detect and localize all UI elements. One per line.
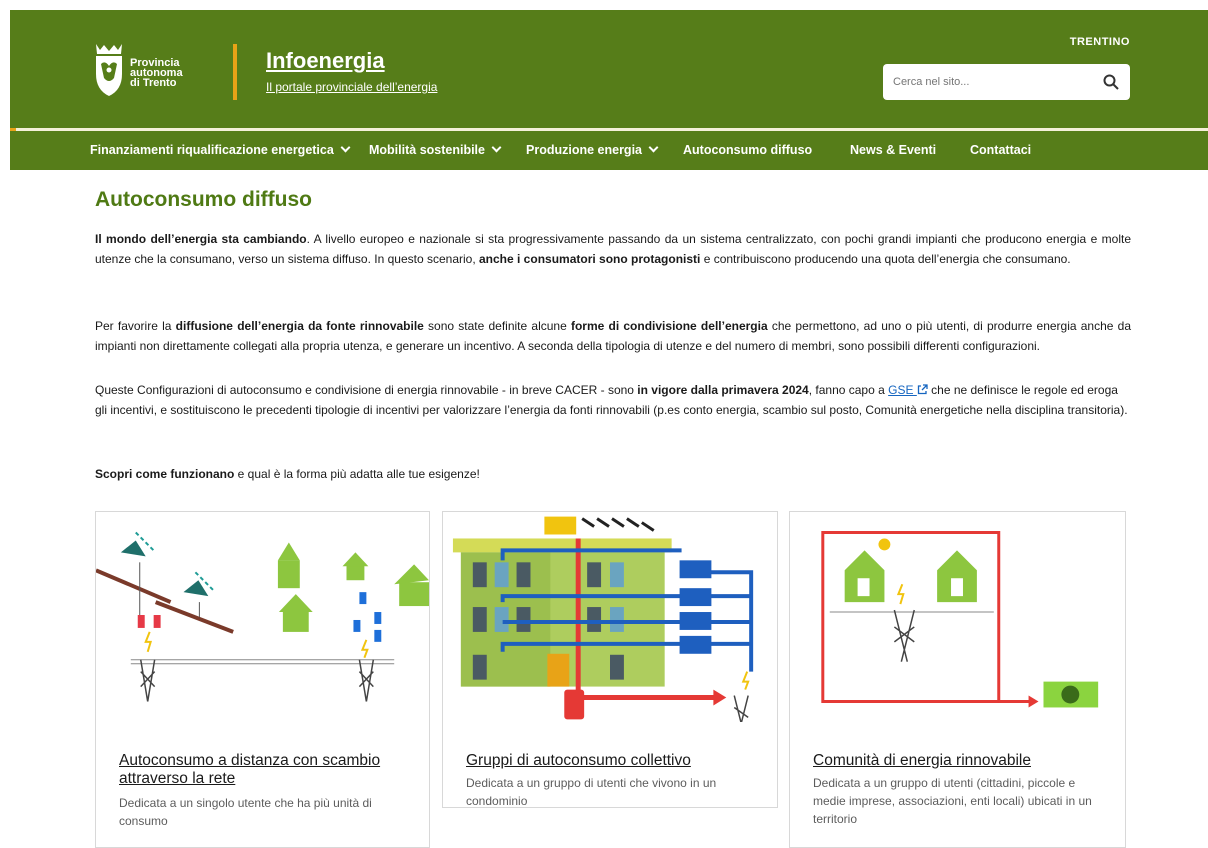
search-icon[interactable] [1102, 73, 1120, 91]
remote-selfconsumption-illustration [96, 531, 429, 702]
site-subtitle-link[interactable]: Il portale provinciale dell’energia [266, 80, 437, 94]
nav-label: Finanziamenti riqualificazione energetic… [90, 143, 334, 157]
card-title-link[interactable]: Gruppi di autoconsumo collettivo [466, 752, 756, 770]
cacer-paragraph: Queste Configurazioni di autoconsumo e c… [95, 380, 1131, 420]
chevron-down-icon [340, 142, 351, 153]
header-top: Provincia autonoma di Trento Infoenergia… [10, 10, 1208, 128]
renewable-energy-community-illustration [821, 531, 1099, 708]
nav-item-autoconsumo[interactable]: Autoconsumo diffuso [683, 143, 812, 157]
body-text: Per favorire la [95, 319, 176, 333]
header-separator [233, 44, 237, 100]
coat-of-arms-icon [96, 44, 122, 96]
nav-label: Contattaci [970, 143, 1032, 157]
collective-selfconsumption-illustration [452, 516, 754, 722]
nav-label: Mobilità sostenibile [369, 143, 485, 157]
body-text: , fanno capo a [808, 383, 889, 397]
card-title-link[interactable]: Autoconsumo a distanza con scambio attra… [119, 752, 409, 788]
body-text: sono state definite alcune [423, 319, 571, 333]
bold-text: forme di condivisione dell’energia [570, 319, 768, 333]
card-gruppi-autoconsumo[interactable]: Gruppi di autoconsumo collettivo Dedicat… [442, 511, 778, 808]
page-title: Autoconsumo diffuso [95, 188, 312, 211]
body-text: e qual è la forma più adatta alle tue es… [234, 467, 480, 481]
nav-label: Produzione energia [526, 143, 642, 157]
nav-label: News & Eventi [850, 143, 937, 157]
bold-text: in vigore dalla primavera 2024 [637, 383, 809, 397]
nav-item-produzione[interactable]: Produzione energia [526, 142, 659, 157]
provincia-logo[interactable]: Provincia autonoma di Trento [92, 40, 212, 100]
nav-item-mobilita[interactable]: Mobilità sostenibile [369, 142, 502, 157]
card-description: Dedicata a un singolo utente che ha più … [119, 796, 372, 828]
card-autoconsumo-distanza[interactable]: Autoconsumo a distanza con scambio attra… [95, 511, 430, 848]
discover-paragraph: Scopri come funzionano e qual è la forma… [95, 464, 1131, 484]
body-text: e contribuiscono producendo una quota de… [700, 252, 1071, 266]
nav-item-contattaci[interactable]: Contattaci [970, 143, 1031, 157]
renewable-paragraph: Per favorire la diffusione dell’energia … [95, 316, 1131, 356]
bold-text: diffusione dell’energia da fonte rinnova… [175, 319, 424, 333]
bold-text: Il mondo dell’energia sta cambiando [95, 232, 307, 246]
site-header: Provincia autonoma di Trento Infoenergia… [10, 10, 1208, 170]
card-comunita-energia[interactable]: Comunità di energia rinnovabile Dedicata… [789, 511, 1126, 848]
body-text: Queste Configurazioni di autoconsumo e c… [95, 383, 638, 397]
link-label: GSE [888, 383, 914, 397]
chevron-down-icon [648, 142, 659, 153]
site-title-link[interactable]: Infoenergia [266, 48, 385, 74]
nav-item-finanziamenti[interactable]: Finanziamenti riqualificazione energetic… [90, 142, 351, 157]
intro-paragraph: Il mondo dell’energia sta cambiando. A l… [95, 229, 1131, 269]
bold-text: anche i consumatori sono protagonisti [479, 252, 701, 266]
nav-item-news[interactable]: News & Eventi [850, 143, 936, 157]
logo-line: di Trento [130, 77, 177, 89]
card-title-link[interactable]: Comunità di energia rinnovabile [813, 752, 1103, 770]
bold-text: Scopri come funzionano [95, 467, 235, 481]
card-description: Dedicata a un gruppo di utenti che vivon… [466, 776, 717, 808]
gse-link[interactable]: GSE [888, 383, 928, 397]
search-input[interactable] [893, 72, 1093, 92]
nav-label: Autoconsumo diffuso [683, 143, 813, 157]
chevron-down-icon [491, 142, 502, 153]
card-description: Dedicata a un gruppo di utenti (cittadin… [813, 776, 1092, 826]
external-link-icon [917, 384, 928, 395]
search-box [883, 64, 1130, 100]
logo-text: Provincia autonoma di Trento [130, 58, 183, 89]
main-nav: Finanziamenti riqualificazione energetic… [10, 131, 1208, 170]
trentino-brand-logo[interactable]: TRENTINO [1070, 36, 1130, 48]
